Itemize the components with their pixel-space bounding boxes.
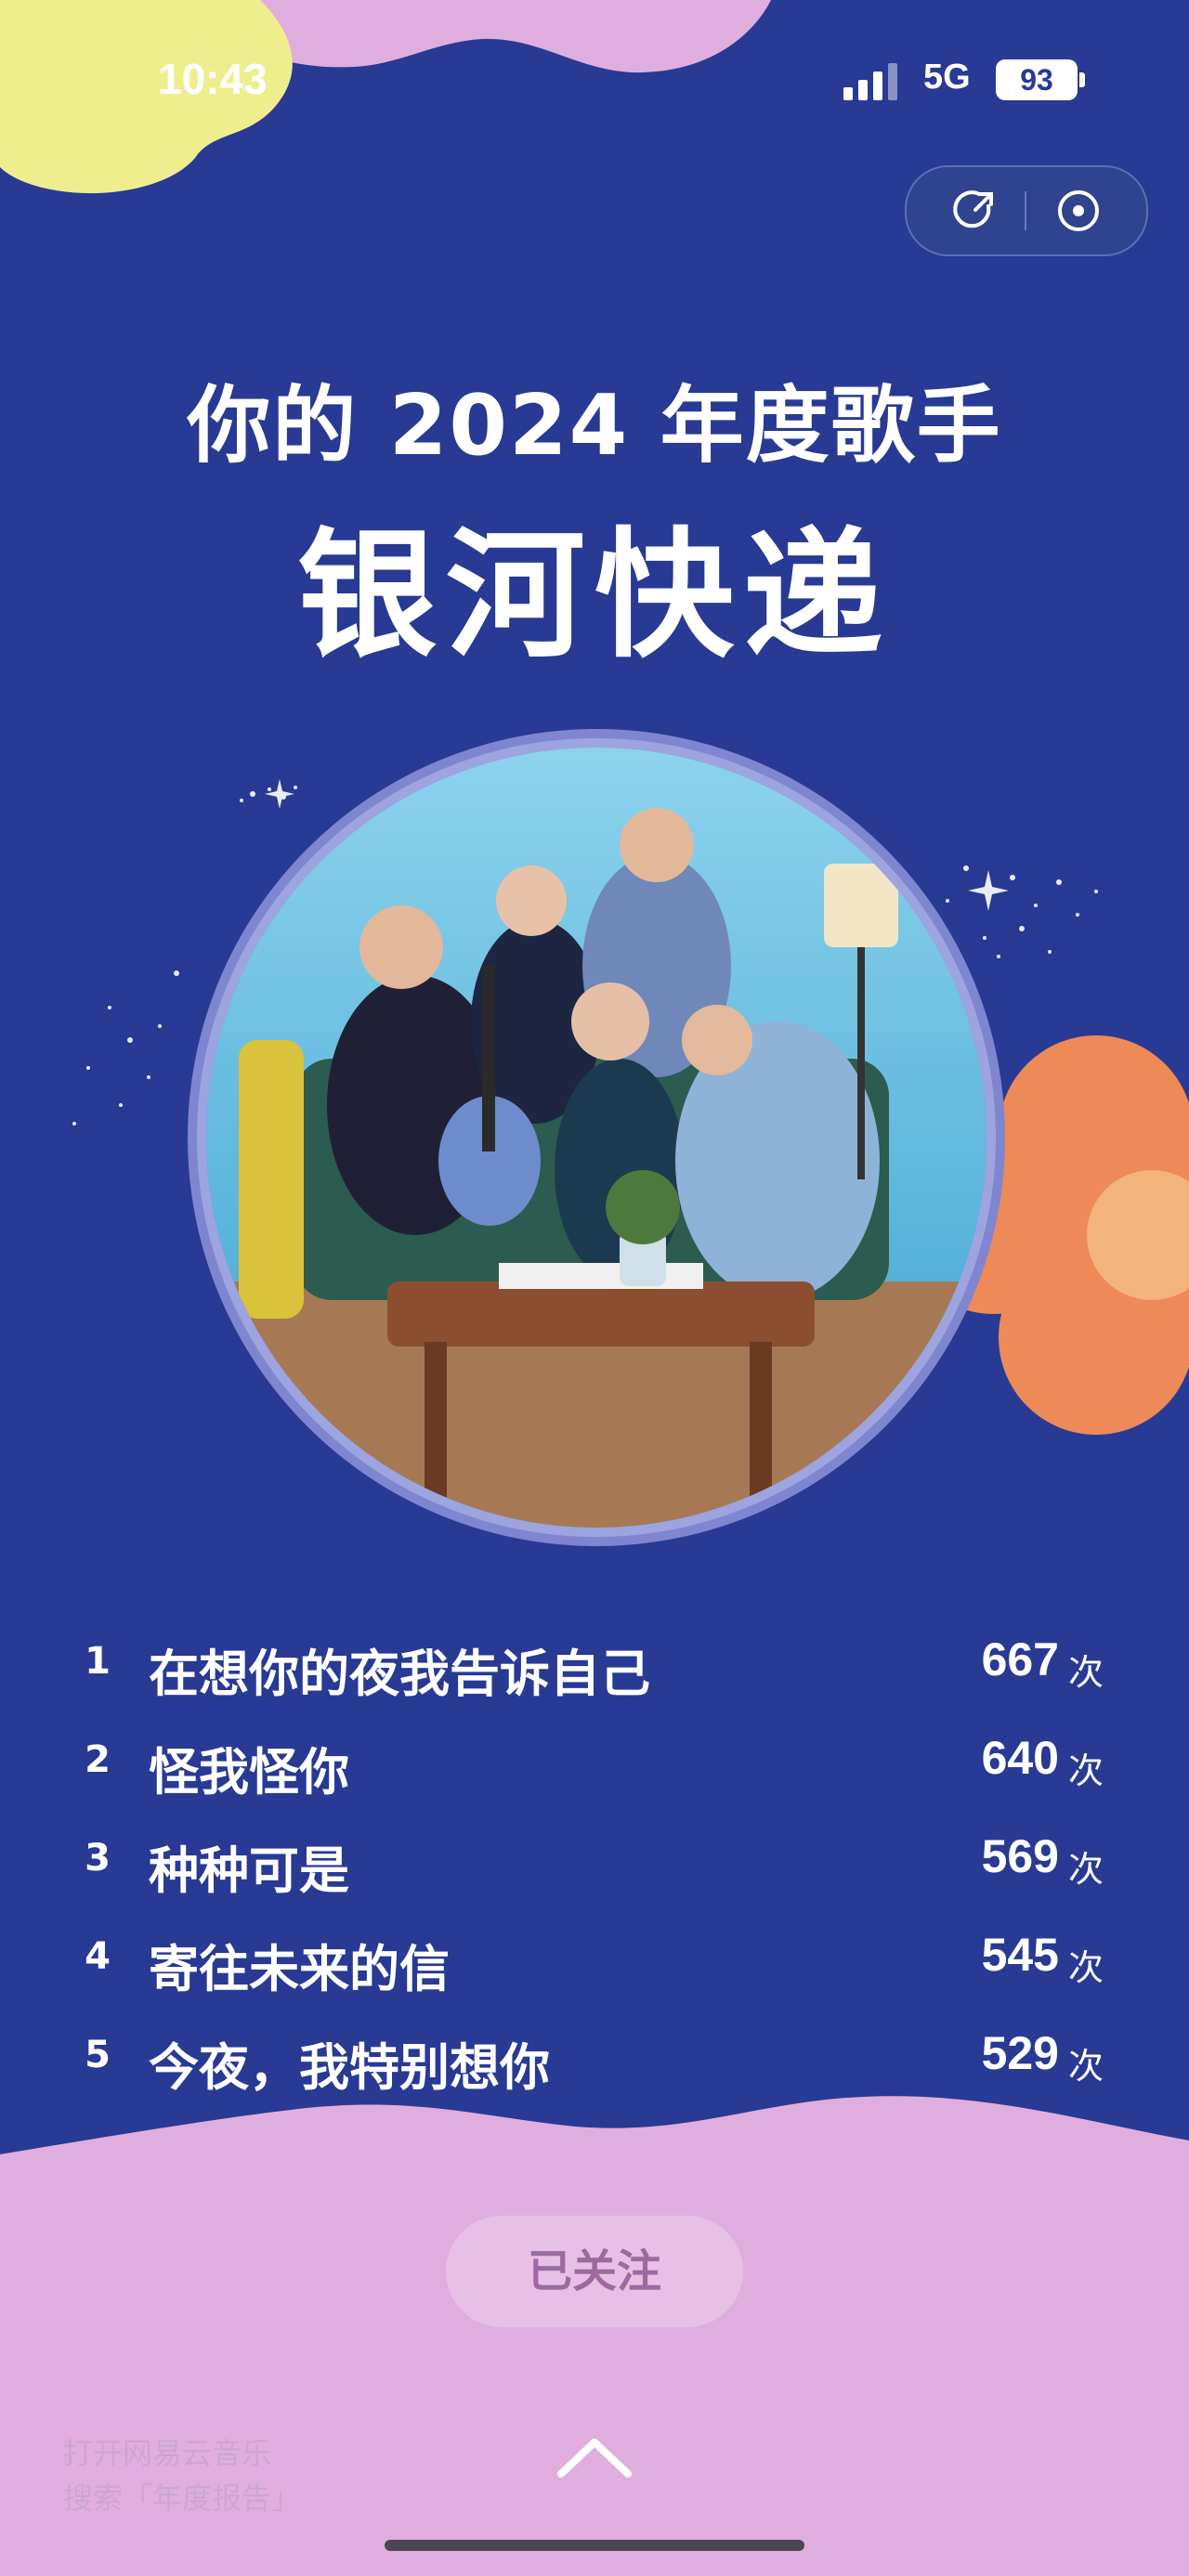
song-row[interactable]: 4 寄往未来的信 545 次 bbox=[84, 1928, 1115, 2026]
page-title: 你的 2024 年度歌手 bbox=[187, 377, 1002, 475]
song-title: 寄往未来的信 bbox=[149, 1940, 450, 1998]
rank-number: 5 bbox=[85, 2034, 111, 2076]
home-indicator[interactable] bbox=[385, 2540, 804, 2551]
play-count-unit: 次 bbox=[1067, 1849, 1104, 1890]
top-songs-list: 1 在想你的夜我告诉自己 667 次 2 怪我怪你 640 次 3 种种可是 5… bbox=[84, 1633, 1115, 2125]
rank-number: 1 bbox=[85, 1640, 111, 1683]
chevron-up-icon[interactable] bbox=[554, 2433, 635, 2481]
play-count: 569 bbox=[981, 1830, 1059, 1882]
rank-number: 2 bbox=[85, 1738, 111, 1781]
play-count-unit: 次 bbox=[1067, 2046, 1104, 2087]
song-row[interactable]: 1 在想你的夜我告诉自己 667 次 bbox=[84, 1633, 1115, 1731]
rank-number: 3 bbox=[85, 1837, 111, 1880]
network-type: 5G bbox=[923, 58, 971, 97]
capsule-divider bbox=[1025, 191, 1026, 230]
song-title: 怪我怪你 bbox=[149, 1743, 349, 1802]
artist-photo bbox=[188, 729, 1005, 1546]
battery-icon bbox=[1079, 72, 1085, 87]
song-row[interactable]: 3 种种可是 569 次 bbox=[84, 1829, 1115, 1928]
share-icon[interactable] bbox=[947, 184, 1001, 238]
footer-hint-line2: 搜索「年度报告」 bbox=[63, 2480, 302, 2516]
play-count: 640 bbox=[981, 1732, 1059, 1784]
play-count: 667 bbox=[981, 1633, 1059, 1685]
play-count-unit: 次 bbox=[1067, 1947, 1104, 1988]
signal-icon bbox=[843, 63, 897, 100]
play-count: 545 bbox=[981, 1929, 1059, 1981]
battery-level: 93 bbox=[996, 59, 1078, 100]
footer-hint-line1: 打开网易云音乐 bbox=[63, 2436, 272, 2471]
artist-name: 银河快递 bbox=[296, 515, 892, 677]
song-row[interactable]: 5 今夜，我特别想你 529 次 bbox=[84, 2026, 1115, 2125]
play-count-unit: 次 bbox=[1067, 1652, 1104, 1693]
song-title: 种种可是 bbox=[149, 1841, 349, 1900]
play-count: 529 bbox=[981, 2027, 1059, 2079]
footer-hint: 打开网易云音乐 搜索「年度报告」 bbox=[63, 2431, 301, 2520]
miniapp-capsule bbox=[905, 165, 1148, 256]
follow-button[interactable]: 已关注 bbox=[446, 2216, 743, 2327]
song-row[interactable]: 2 怪我怪你 640 次 bbox=[84, 1731, 1115, 1829]
song-title: 在想你的夜我告诉自己 bbox=[149, 1645, 650, 1703]
status-time: 10:43 bbox=[158, 55, 268, 103]
play-count-unit: 次 bbox=[1067, 1750, 1104, 1791]
rank-number: 4 bbox=[85, 1935, 111, 1978]
song-title: 今夜，我特别想你 bbox=[149, 2038, 550, 2097]
close-icon[interactable] bbox=[1052, 184, 1105, 238]
